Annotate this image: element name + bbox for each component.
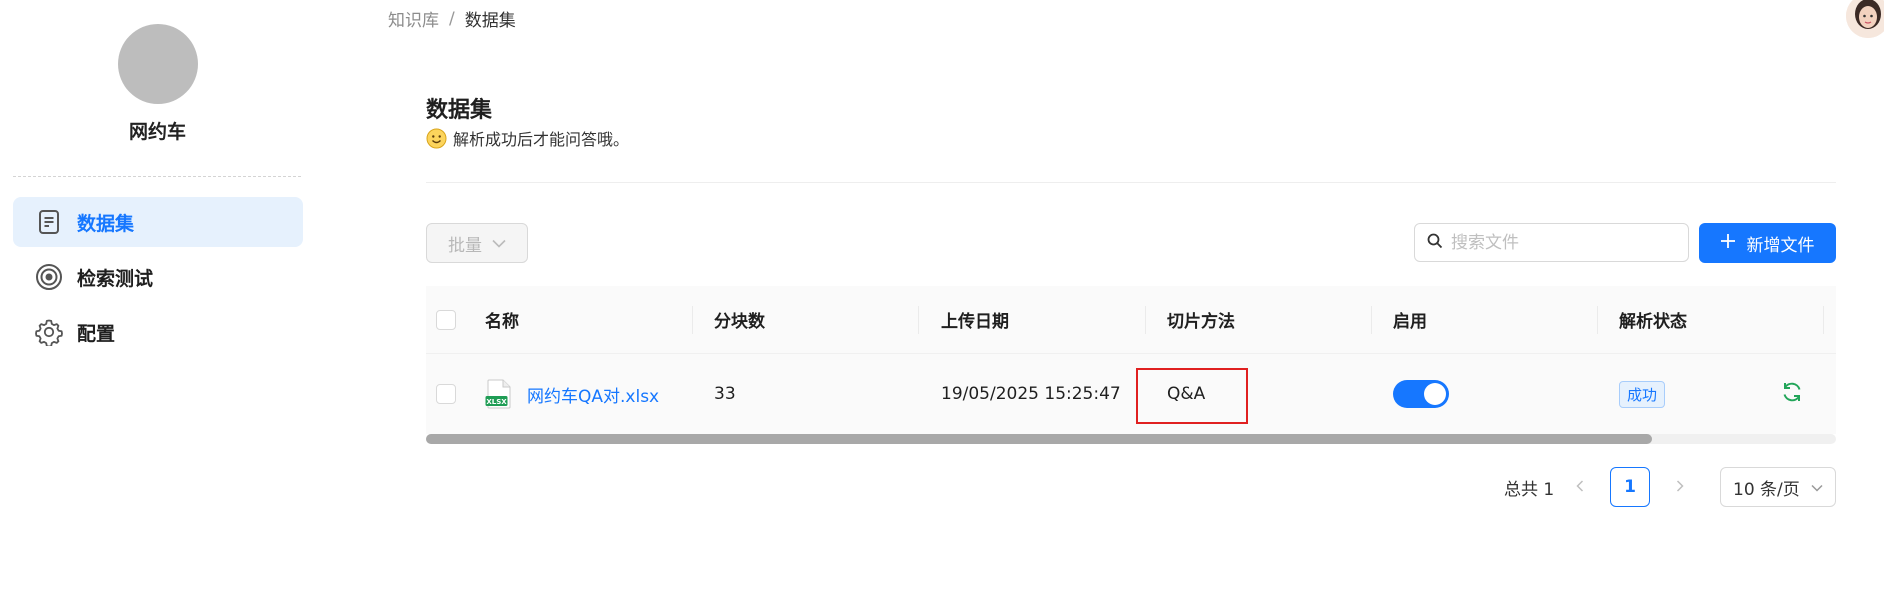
file-name-link[interactable]: 网约车QA对.xlsx (527, 382, 659, 407)
page-title: 数据集 (426, 98, 493, 123)
column-header-parse-status[interactable]: 解析状态 (1619, 286, 1687, 353)
content-divider (426, 182, 1836, 183)
refresh-icon (1780, 380, 1804, 409)
knowledge-base-name: 网约车 (128, 121, 186, 143)
chevron-down-icon (1811, 477, 1823, 497)
search-icon (1427, 233, 1443, 253)
column-header-chunks[interactable]: 分块数 (714, 286, 765, 353)
table-header: 名称 分块数 上传日期 切片方法 启用 解析状态 (426, 286, 1836, 354)
document-icon (35, 208, 63, 236)
column-resizer[interactable] (1823, 306, 1824, 334)
breadcrumb: 知识库 / 数据集 (388, 6, 516, 32)
add-file-label: 新增文件 (1746, 235, 1815, 256)
reparse-button[interactable] (1780, 354, 1804, 434)
knowledge-base-avatar (118, 24, 198, 104)
status-badge: 成功 (1619, 380, 1666, 408)
column-header-enabled[interactable]: 启用 (1393, 286, 1427, 353)
add-file-button[interactable]: 新增文件 (1699, 223, 1836, 263)
sidebar: 网约车 数据集 检索测试 配置 (0, 0, 315, 607)
parse-status-cell: 成功 (1619, 354, 1666, 434)
plus-icon (1720, 233, 1735, 253)
enable-toggle-cell (1393, 354, 1449, 434)
sidebar-item-settings[interactable]: 配置 (13, 307, 303, 357)
breadcrumb-current: 数据集 (464, 11, 516, 31)
column-resizer[interactable] (1371, 306, 1372, 334)
page-size-value: 10 条/页 (1733, 479, 1800, 500)
column-header-name[interactable]: 名称 (485, 286, 519, 353)
search-input[interactable] (1451, 232, 1681, 253)
select-all-checkbox-cell (436, 286, 456, 353)
breadcrumb-separator: / (449, 8, 455, 29)
sidebar-item-retrieval-test[interactable]: 检索测试 (13, 252, 303, 302)
table-row: XLSX 网约车QA对.xlsx 33 19/05/2025 15:25:47 … (426, 354, 1836, 434)
column-resizer[interactable] (1597, 306, 1598, 334)
scrollbar-thumb[interactable] (426, 434, 1652, 444)
chevron-left-icon (1576, 477, 1584, 497)
gear-icon (35, 318, 63, 346)
sidebar-divider (13, 176, 301, 177)
sidebar-item-label: 检索测试 (77, 267, 154, 290)
column-resizer[interactable] (1145, 306, 1146, 334)
column-resizer[interactable] (918, 306, 919, 334)
column-resizer[interactable] (692, 306, 693, 334)
batch-label: 批量 (448, 235, 482, 256)
xlsx-icon: XLSX (485, 379, 513, 409)
select-all-checkbox[interactable] (436, 309, 456, 330)
batch-dropdown-button[interactable]: 批量 (426, 223, 528, 263)
horizontal-scrollbar[interactable] (426, 434, 1836, 444)
target-icon (35, 263, 63, 291)
pagination-next-button[interactable] (1668, 467, 1692, 507)
chevron-right-icon (1676, 477, 1684, 497)
pagination-total: 总共 1 (1504, 479, 1555, 500)
smile-emoji-icon (426, 128, 447, 149)
page-size-select[interactable]: 10 条/页 (1720, 467, 1836, 507)
sidebar-item-dataset[interactable]: 数据集 (13, 197, 303, 247)
file-name-cell: XLSX 网约车QA对.xlsx (485, 354, 659, 434)
file-table: 名称 分块数 上传日期 切片方法 启用 解析状态 XLSX 网约车QA对.xls… (426, 286, 1836, 446)
breadcrumb-root-link[interactable]: 知识库 (388, 6, 439, 31)
toggle-knob (1424, 383, 1446, 405)
svg-text:XLSX: XLSX (486, 398, 507, 406)
chunk-count-cell: 33 (714, 384, 736, 404)
search-box (1414, 223, 1689, 262)
upload-date-cell: 19/05/2025 15:25:47 (941, 384, 1121, 404)
pagination-page-1[interactable]: 1 (1610, 467, 1650, 507)
sidebar-item-label: 配置 (77, 322, 116, 345)
sidebar-item-label: 数据集 (77, 212, 135, 235)
column-header-method[interactable]: 切片方法 (1167, 286, 1235, 353)
chevron-down-icon (492, 233, 506, 253)
row-checkbox-cell (436, 354, 456, 434)
subtitle-text: 解析成功后才能问答哦。 (453, 130, 630, 149)
row-checkbox[interactable] (436, 384, 456, 404)
enable-toggle[interactable] (1393, 380, 1449, 408)
highlight-box (1136, 368, 1248, 424)
column-header-upload-date[interactable]: 上传日期 (941, 286, 1009, 353)
user-avatar[interactable] (1846, 0, 1884, 38)
pagination-prev-button[interactable] (1568, 467, 1592, 507)
page-subtitle: 解析成功后才能问答哦。 (426, 126, 629, 150)
